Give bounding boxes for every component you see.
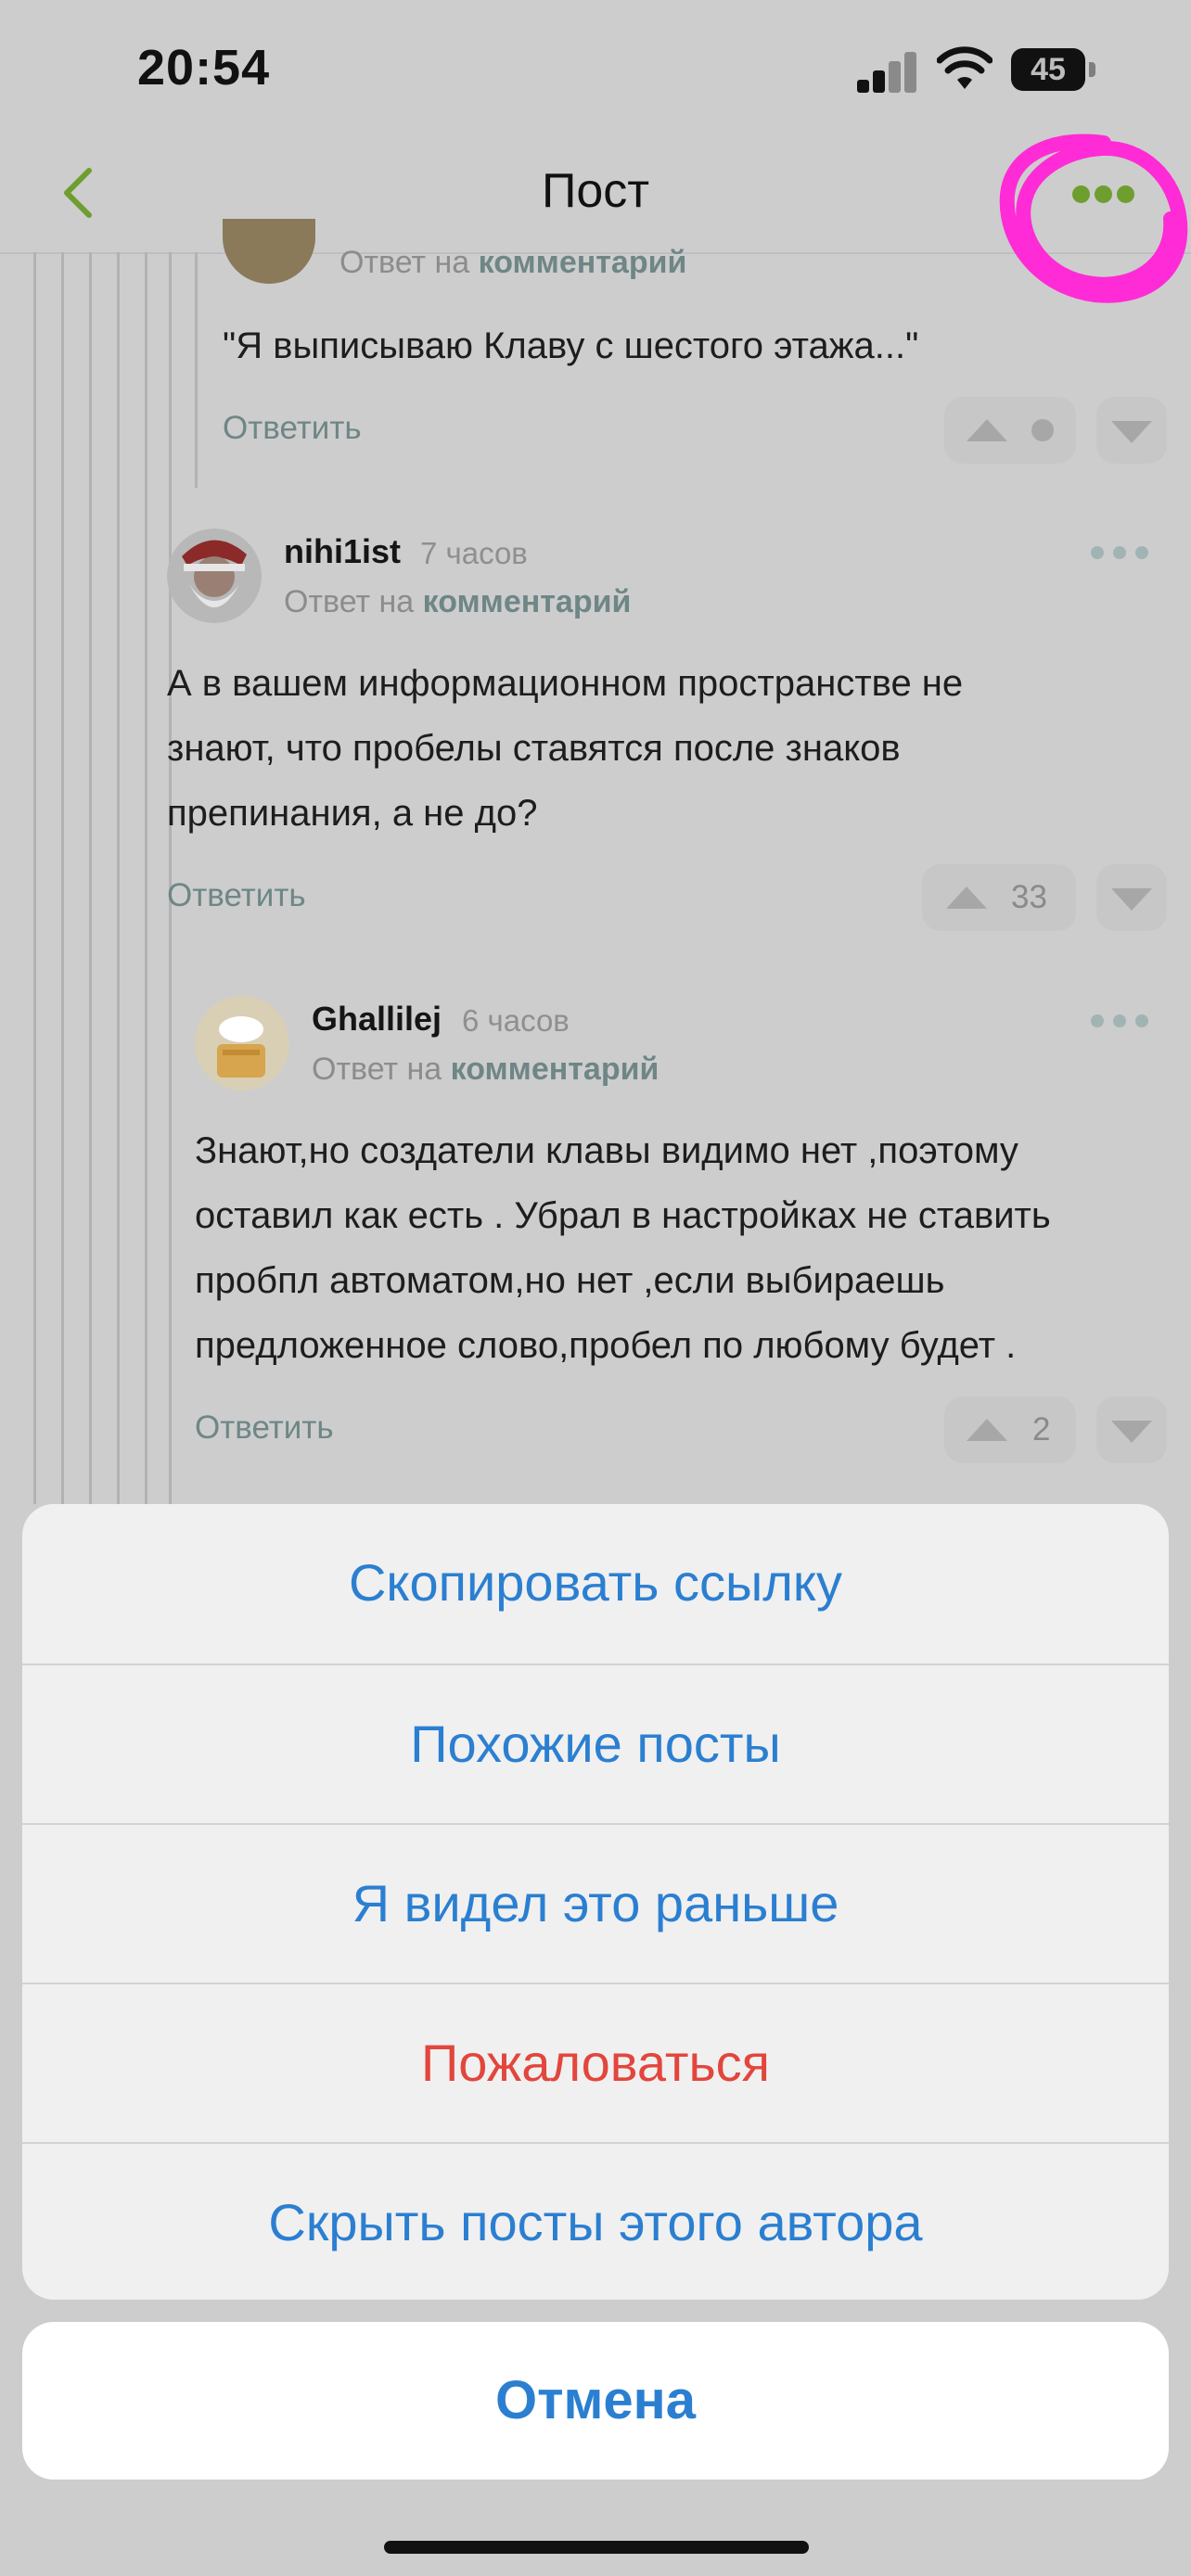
report-option[interactable]: Пожаловаться — [22, 1983, 1169, 2142]
home-indicator[interactable] — [384, 2541, 809, 2554]
reply-button[interactable]: Ответить — [195, 1409, 334, 1447]
signal-icon — [857, 50, 916, 93]
reply-target-link[interactable]: комментарий — [423, 584, 632, 619]
similar-posts-option[interactable]: Похожие посты — [22, 1664, 1169, 1823]
comment-text: Знают,но создатели клавы видимо нет ,поэ… — [195, 1118, 1178, 1378]
upvote-icon[interactable] — [967, 1419, 1007, 1441]
thread-line — [117, 252, 120, 1504]
thread-line — [195, 252, 198, 488]
reply-to: Ответ на комментарий — [339, 245, 687, 280]
battery-level: 45 — [1011, 48, 1085, 91]
avatar[interactable] — [167, 529, 262, 623]
username[interactable]: nihi1ist — [284, 532, 401, 571]
reply-button[interactable]: Ответить — [167, 877, 306, 914]
upvote-icon[interactable] — [967, 419, 1007, 441]
seen-before-option[interactable]: Я видел это раньше — [22, 1823, 1169, 1983]
thread-line — [145, 252, 147, 1504]
comment-more-icon[interactable] — [1091, 546, 1148, 559]
comment-more-icon[interactable] — [1091, 1014, 1148, 1027]
comment-line: препинания, а не до? — [167, 793, 538, 834]
reply-target-link[interactable]: комментарий — [479, 245, 687, 280]
copy-link-option[interactable]: Скопировать ссылку — [22, 1504, 1169, 1662]
comment-line: оставил как есть . Убрал в настройках не… — [195, 1195, 1051, 1236]
thread-line — [33, 252, 36, 1504]
downvote-icon[interactable] — [1111, 1421, 1152, 1443]
upvote-icon[interactable] — [946, 886, 987, 909]
avatar[interactable] — [223, 219, 315, 284]
comment-line: А в вашем информационном пространстве не — [167, 663, 964, 704]
reply-target-link[interactable]: комментарий — [451, 1052, 660, 1087]
username[interactable]: Ghallilej — [312, 1000, 442, 1039]
thread-line — [89, 252, 92, 1504]
comment-time: 6 часов — [462, 1003, 570, 1038]
cancel-button[interactable]: Отмена — [22, 2322, 1169, 2480]
reply-to: Ответ на комментарий — [312, 1052, 660, 1087]
rating-count: 33 — [1011, 879, 1047, 915]
rating-count: 2 — [1032, 1411, 1051, 1447]
reply-button[interactable]: Ответить — [223, 410, 362, 447]
reply-to: Ответ на комментарий — [284, 584, 632, 619]
avatar[interactable] — [195, 996, 289, 1090]
comment-line: пробпл автоматом,но нет ,если выбираешь — [195, 1260, 945, 1301]
comment-line: предложенное слово,пробел по любому буде… — [195, 1325, 1017, 1366]
vote-box — [944, 1396, 1076, 1463]
status-time: 20:54 — [137, 40, 271, 96]
comment-time: 7 часов — [420, 536, 528, 570]
comment-line: Знают,но создатели клавы видимо нет ,поэ… — [195, 1130, 1018, 1171]
action-sheet: Скопировать ссылку Похожие посты Я видел… — [22, 1504, 1169, 2300]
vote-box — [944, 397, 1076, 464]
downvote-icon[interactable] — [1111, 888, 1152, 911]
rating-hidden-dot — [1031, 419, 1054, 441]
vote-box — [922, 864, 1076, 931]
wifi-icon — [937, 46, 992, 89]
battery-icon: 45 — [1011, 48, 1096, 91]
annotation-scribble — [999, 134, 1188, 303]
downvote-icon[interactable] — [1111, 421, 1152, 443]
comment-text: А в вашем информационном пространстве не… — [167, 651, 1169, 846]
hide-author-posts-option[interactable]: Скрыть посты этого автора — [22, 2142, 1169, 2300]
comment-text: "Я выписываю Клаву с шестого этажа..." — [223, 325, 919, 366]
comment-line: знают, что пробелы ставятся после знаков — [167, 728, 901, 769]
thread-line — [61, 252, 64, 1504]
thread-line — [169, 252, 172, 488]
thread-line — [169, 486, 172, 1506]
